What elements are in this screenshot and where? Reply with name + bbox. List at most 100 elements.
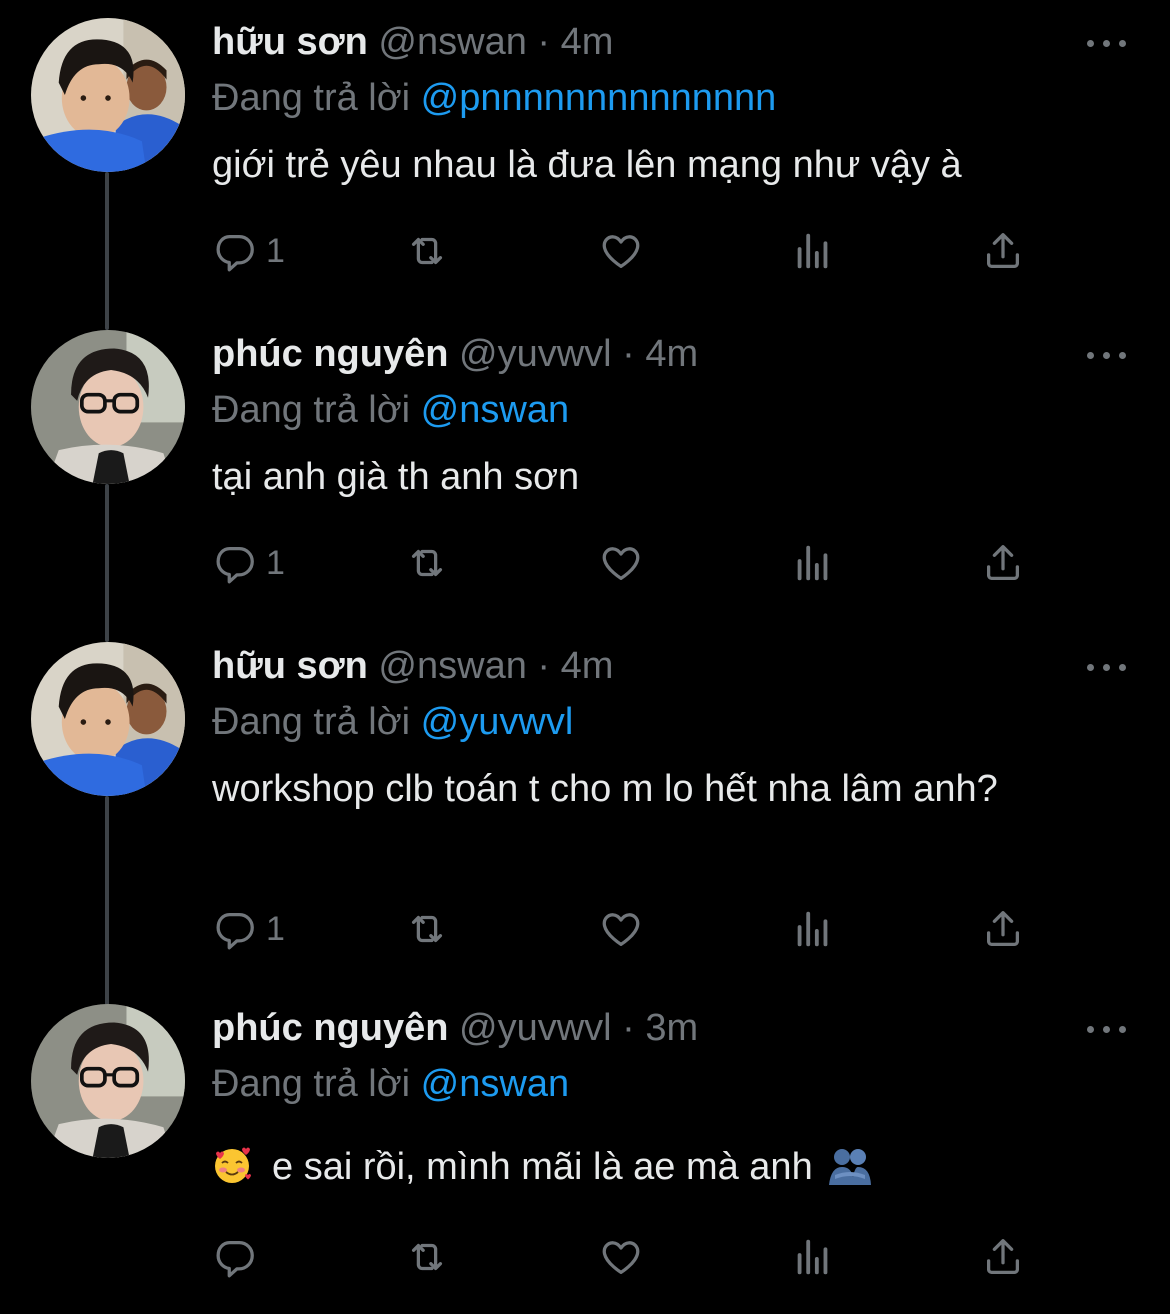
- retweet-button[interactable]: [404, 1232, 450, 1282]
- like-button[interactable]: [598, 904, 644, 954]
- more-icon: [1087, 1026, 1094, 1033]
- tweet-text: tại anh già th anh sơn: [212, 456, 580, 498]
- avatar[interactable]: [31, 18, 185, 172]
- reply-prefix: Đang trả lời: [212, 389, 411, 431]
- separator-dot: ·: [537, 645, 551, 687]
- heart-icon: [602, 235, 640, 268]
- tweet-text: giới trẻ yêu nhau là đưa lên mạng như vậ…: [212, 144, 962, 186]
- reply-button[interactable]: 1: [212, 226, 285, 276]
- reply-count: 1: [266, 909, 285, 948]
- action-bar: 1: [212, 538, 1062, 588]
- retweet-button[interactable]: [404, 904, 450, 954]
- more-icon: [1087, 40, 1094, 47]
- display-name[interactable]: hữu sơn: [212, 21, 368, 63]
- share-icon: [986, 911, 1020, 946]
- retweet-icon: [411, 237, 443, 265]
- mention-link[interactable]: @nswan: [421, 1063, 569, 1105]
- reply-icon: [216, 546, 254, 584]
- people-hugging-icon: [828, 1149, 871, 1185]
- reply-button[interactable]: [212, 1232, 266, 1282]
- avatar-photo-icon: [31, 1004, 185, 1158]
- user-handle[interactable]: @yuvwvl: [459, 1007, 612, 1049]
- avatar-photo-icon: [31, 642, 185, 796]
- user-handle[interactable]: @nswan: [378, 21, 526, 63]
- views-button[interactable]: [790, 226, 836, 276]
- reply-prefix: Đang trả lời: [212, 77, 411, 119]
- tweet[interactable]: phúc nguyên @yuvwvl · 3m Đang trả lời @n…: [0, 986, 1170, 1314]
- more-button[interactable]: [1085, 1008, 1129, 1048]
- more-button[interactable]: [1085, 646, 1129, 686]
- reply-count: 1: [266, 231, 285, 270]
- more-button[interactable]: [1085, 22, 1129, 62]
- reply-context: Đang trả lời @nswan: [212, 1060, 569, 1108]
- display-name[interactable]: hữu sơn: [212, 645, 368, 687]
- timestamp[interactable]: 3m: [645, 1007, 698, 1049]
- heart-icon: [602, 913, 640, 946]
- avatar[interactable]: [31, 330, 185, 484]
- like-button[interactable]: [598, 1232, 644, 1282]
- display-name[interactable]: phúc nguyên: [212, 333, 448, 375]
- reply-icon: [216, 1240, 254, 1278]
- timestamp[interactable]: 4m: [645, 333, 698, 375]
- user-handle[interactable]: @yuvwvl: [459, 333, 612, 375]
- views-button[interactable]: [790, 538, 836, 588]
- reply-icon: [216, 234, 254, 272]
- reply-button[interactable]: 1: [212, 904, 285, 954]
- separator-dot: ·: [622, 1007, 635, 1049]
- share-icon: [986, 1239, 1020, 1274]
- retweet-icon: [411, 915, 443, 943]
- more-button[interactable]: [1085, 334, 1129, 374]
- timestamp[interactable]: 4m: [561, 21, 614, 63]
- tweet-text-container: e sai rồi, mình mãi là ae mà anh: [212, 1142, 1112, 1192]
- more-icon: [1087, 664, 1094, 671]
- tweet-header: hữu sơn @nswan · 4m: [212, 18, 613, 66]
- views-icon: [797, 911, 828, 947]
- separator-dot: ·: [537, 21, 551, 63]
- avatar-photo-icon: [31, 18, 185, 172]
- views-button[interactable]: [790, 904, 836, 954]
- action-bar: [212, 1232, 1062, 1282]
- display-name[interactable]: phúc nguyên: [212, 1007, 448, 1049]
- share-button[interactable]: [980, 538, 1026, 588]
- views-icon: [797, 545, 828, 581]
- tweet-text: workshop clb toán t cho m lo hết nha lâm…: [212, 768, 998, 810]
- like-button[interactable]: [598, 226, 644, 276]
- mention-link[interactable]: @pnnnnnnnnnnnnnn: [421, 77, 777, 119]
- reply-prefix: Đang trả lời: [212, 701, 411, 743]
- separator-dot: ·: [622, 333, 635, 375]
- tweet-header: hữu sơn @nswan · 4m: [212, 642, 613, 690]
- views-icon: [797, 233, 828, 269]
- views-icon: [797, 1239, 828, 1275]
- reply-button[interactable]: 1: [212, 538, 285, 588]
- timestamp[interactable]: 4m: [561, 645, 614, 687]
- tweet[interactable]: phúc nguyên @yuvwvl · 4m Đang trả lời @n…: [0, 312, 1170, 624]
- avatar-photo-icon: [31, 330, 185, 484]
- avatar[interactable]: [31, 642, 185, 796]
- tweet-text: e sai rồi, mình mãi là ae mà anh: [272, 1146, 813, 1188]
- views-button[interactable]: [790, 1232, 836, 1282]
- retweet-icon: [411, 1243, 443, 1271]
- reply-context: Đang trả lời @nswan: [212, 386, 569, 434]
- reply-context: Đang trả lời @pnnnnnnnnnnnnnn: [212, 74, 776, 122]
- heart-icon: [602, 547, 640, 580]
- share-button[interactable]: [980, 1232, 1026, 1282]
- tweet[interactable]: hữu sơn @nswan · 4m Đang trả lời @pnnnnn…: [0, 0, 1170, 312]
- share-button[interactable]: [980, 226, 1026, 276]
- share-icon: [986, 545, 1020, 580]
- reply-count: 1: [266, 543, 285, 582]
- action-bar: 1: [212, 226, 1062, 276]
- retweet-button[interactable]: [404, 538, 450, 588]
- share-button[interactable]: [980, 904, 1026, 954]
- reply-prefix: Đang trả lời: [212, 1063, 411, 1105]
- avatar[interactable]: [31, 1004, 185, 1158]
- mention-link[interactable]: @yuvwvl: [421, 701, 574, 743]
- tweet[interactable]: hữu sơn @nswan · 4m Đang trả lời @yuvwvl…: [0, 624, 1170, 986]
- action-bar: 1: [212, 904, 1062, 954]
- smiling-face-with-hearts-icon: [215, 1147, 251, 1183]
- more-icon: [1087, 352, 1094, 359]
- mention-link[interactable]: @nswan: [421, 389, 569, 431]
- retweet-button[interactable]: [404, 226, 450, 276]
- reply-context: Đang trả lời @yuvwvl: [212, 698, 573, 746]
- like-button[interactable]: [598, 538, 644, 588]
- user-handle[interactable]: @nswan: [378, 645, 526, 687]
